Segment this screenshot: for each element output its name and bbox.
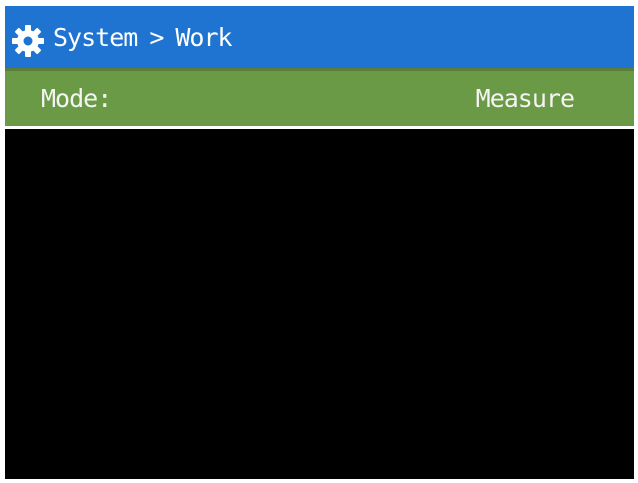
device-screen: System > Work Mode: Measure	[5, 6, 634, 479]
settings-list-empty-area	[5, 129, 634, 479]
mode-label: Mode:	[41, 84, 112, 113]
title-bar: System > Work	[5, 6, 634, 68]
gear-icon	[12, 25, 44, 57]
breadcrumb: System > Work	[53, 6, 233, 68]
breadcrumb-separator: >	[149, 22, 164, 52]
mode-value[interactable]: Measure	[476, 71, 575, 126]
breadcrumb-current: Work	[175, 22, 232, 52]
breadcrumb-parent[interactable]: System	[53, 23, 138, 52]
mode-setting-row[interactable]: Mode: Measure	[5, 71, 634, 126]
